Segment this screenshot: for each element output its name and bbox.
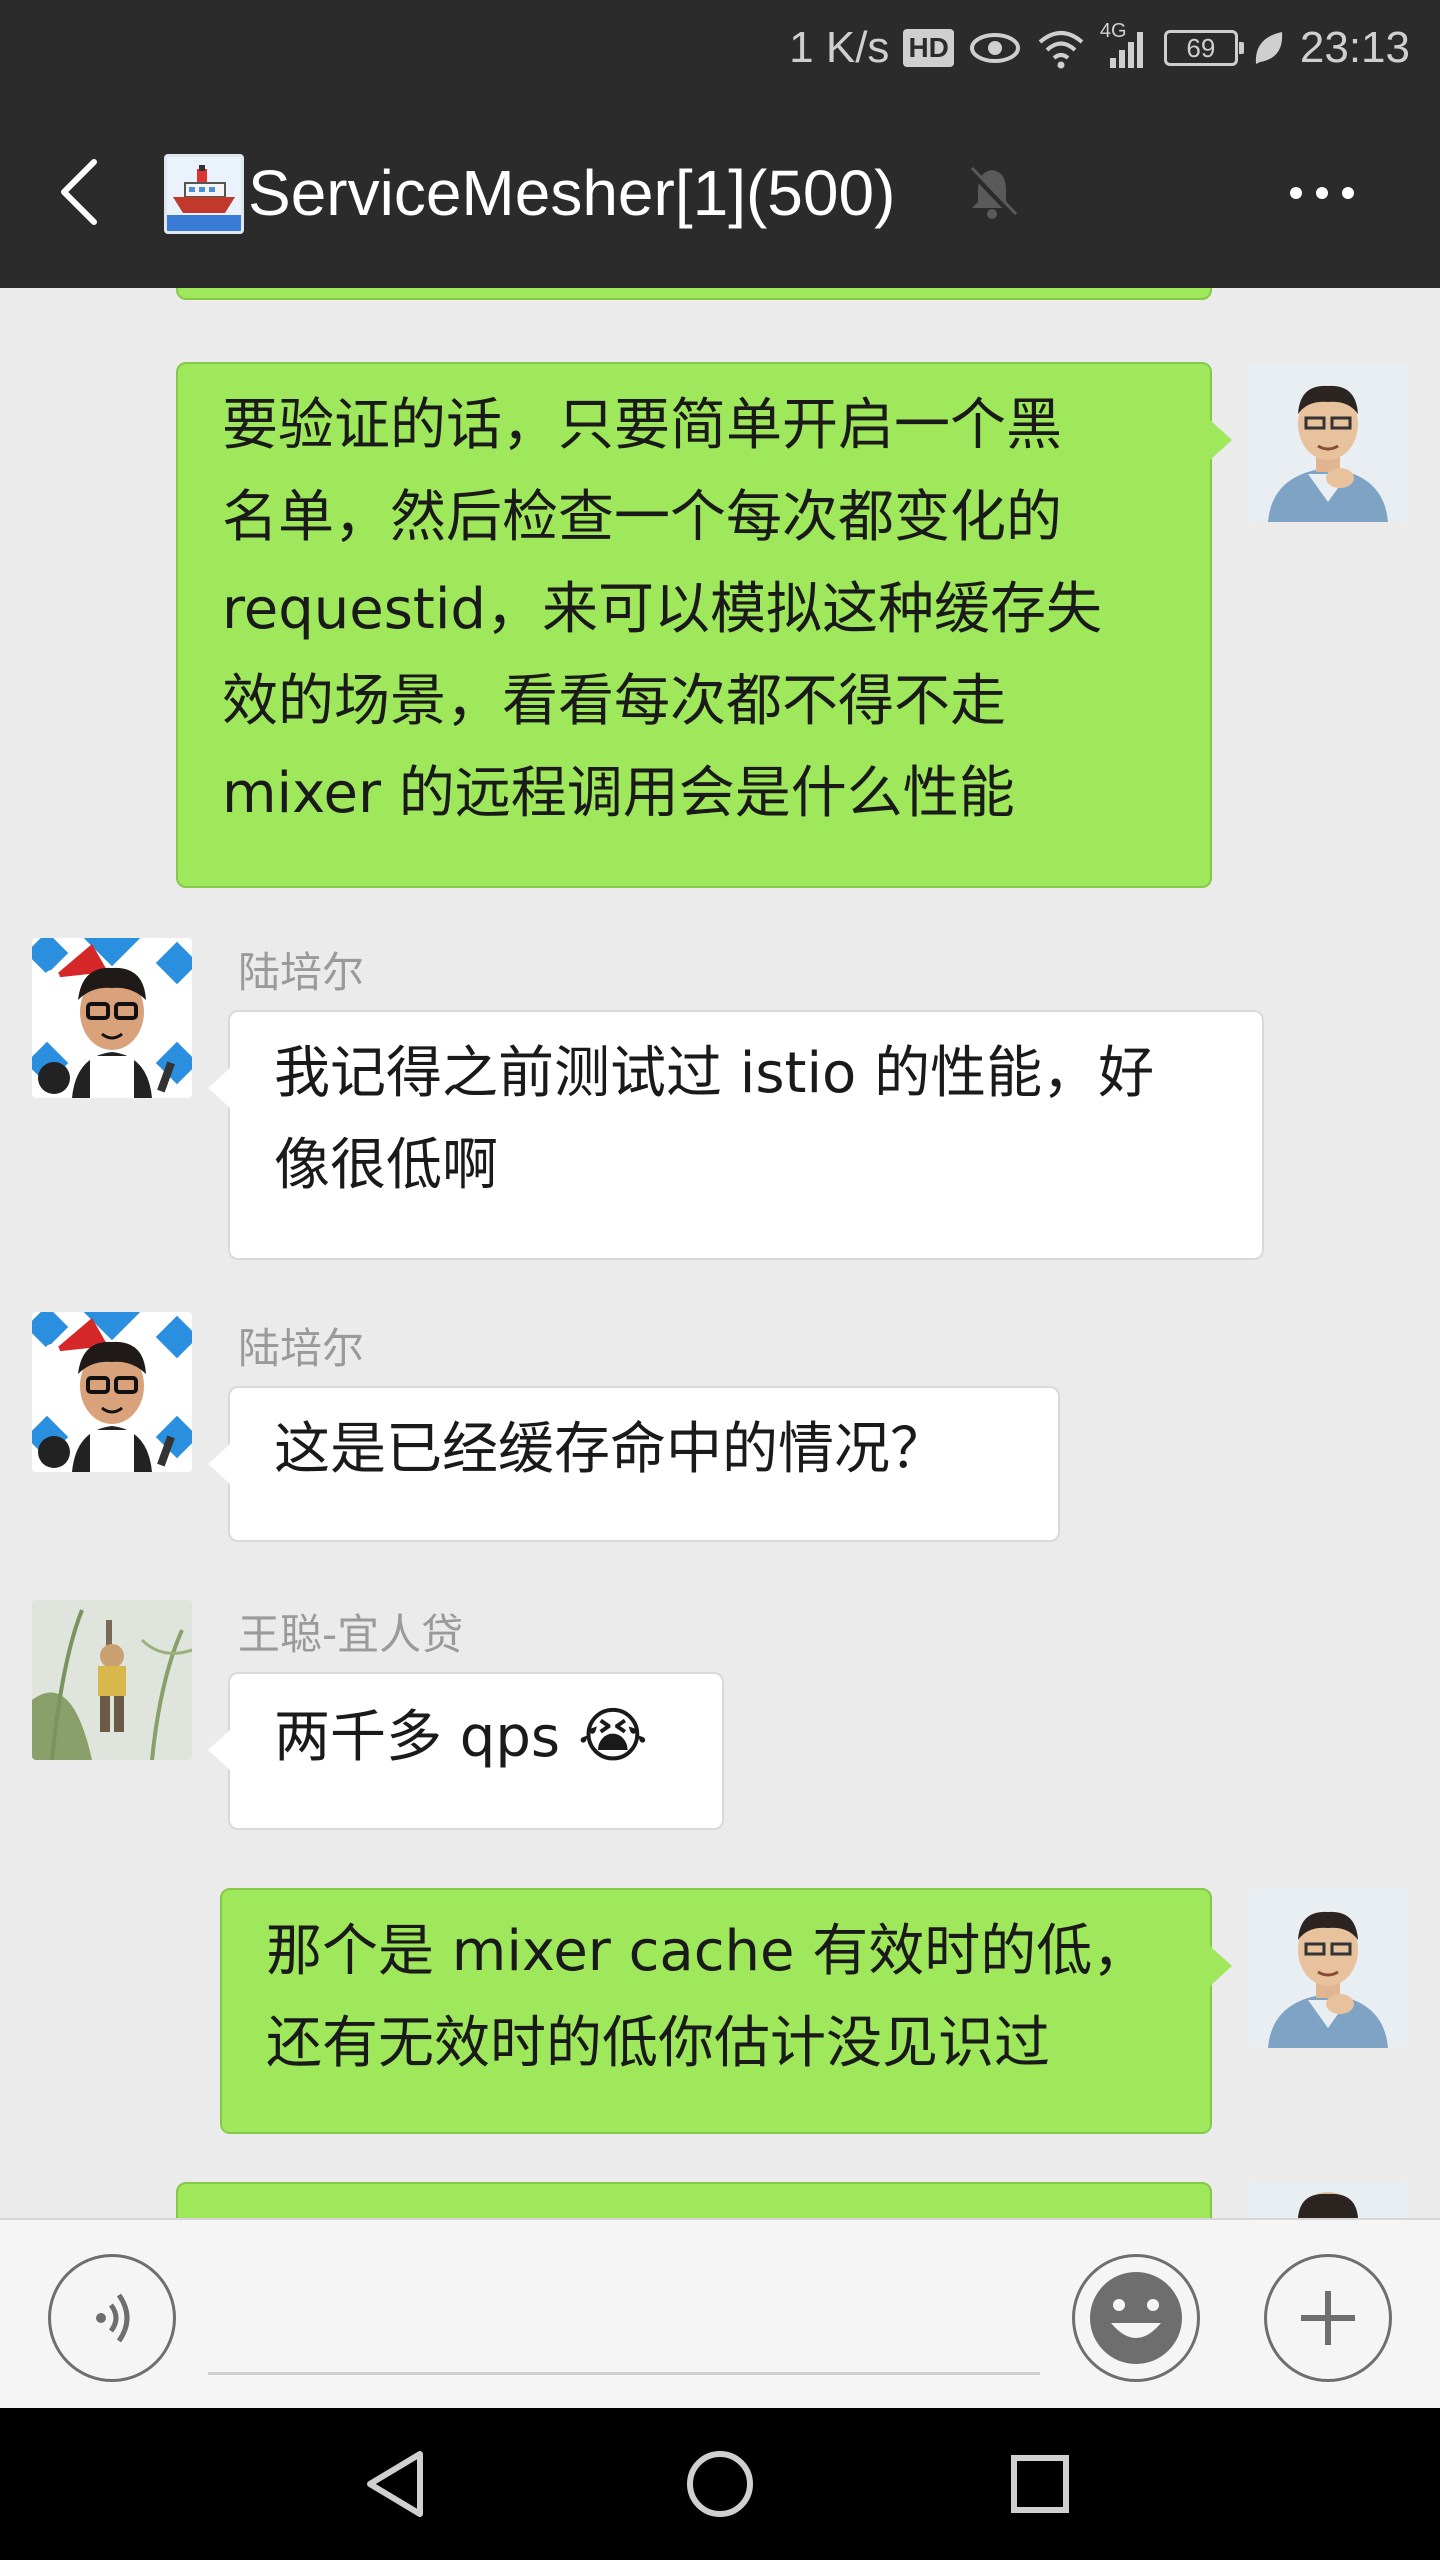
emoji-icon <box>1090 2272 1182 2364</box>
dot <box>1316 187 1328 199</box>
avatar-sender-1[interactable] <box>32 938 192 1098</box>
voice-input-button[interactable] <box>48 2254 176 2382</box>
battery-icon: 69 <box>1163 30 1244 66</box>
triangle-back-icon <box>367 2451 423 2517</box>
message-bubble-incoming[interactable]: 我记得之前测试过 istio 的性能，好 像很低啊 <box>208 1010 1264 1260</box>
dot <box>1290 187 1302 199</box>
message-text: 两千多 qps <box>274 1705 578 1770</box>
message-bubble-outgoing[interactable]: 要验证的话，只要简单开启一个黑 名单，然后检查一个每次都变化的 requesti… <box>176 362 1232 888</box>
back-button[interactable] <box>48 150 112 234</box>
dot <box>1342 187 1354 199</box>
avatar-self[interactable] <box>1248 1888 1408 2048</box>
more-actions-button[interactable] <box>1264 2254 1392 2382</box>
avatar-self-partial[interactable] <box>1248 2182 1408 2218</box>
message-bubble-partial[interactable] <box>176 2182 1212 2218</box>
system-back-button[interactable] <box>358 2444 438 2524</box>
circle-home-icon <box>687 2451 753 2517</box>
bell-muted-icon <box>962 162 1022 222</box>
back-arrow-icon <box>61 159 97 225</box>
wifi-icon <box>1036 26 1086 70</box>
message-text: 那个是 mixer cache 有效时的低， 还有无效时的低你估计没见识过 <box>266 1919 1149 2076</box>
message-bubble-outgoing[interactable]: 那个是 mixer cache 有效时的低， 还有无效时的低你估计没见识过 <box>220 1888 1232 2134</box>
system-navigation-bar <box>0 2408 1440 2560</box>
signal-4g-icon: 4G <box>1100 20 1150 70</box>
network-speed: 1 K/s <box>789 23 890 72</box>
hd-voice-icon: HD <box>903 29 954 67</box>
avatar-sender-2[interactable] <box>32 1600 192 1760</box>
message-list[interactable]: 要验证的话，只要简单开启一个黑 名单，然后检查一个每次都变化的 requesti… <box>0 288 1440 2218</box>
message-bubble-incoming[interactable]: 这是已经缓存命中的情况？ <box>208 1386 1060 1542</box>
sender-name: 王聪-宜人贷 <box>238 1610 464 1659</box>
emoji-button[interactable] <box>1072 2254 1200 2382</box>
text-input[interactable] <box>208 2372 1040 2375</box>
message-bubble-incoming[interactable]: 两千多 qps 😭 <box>208 1672 724 1830</box>
chat-title: ServiceMesher[1](500) <box>248 157 896 229</box>
message-text: 要验证的话，只要简单开启一个黑 名单，然后检查一个每次都变化的 requesti… <box>222 393 1102 826</box>
message-bubble-partial[interactable] <box>176 288 1212 300</box>
ship-icon <box>167 157 241 231</box>
eye-icon <box>968 28 1022 68</box>
system-recents-button[interactable] <box>1000 2444 1080 2524</box>
avatar-sender-1[interactable] <box>32 1312 192 1472</box>
avatar-self[interactable] <box>1248 362 1408 522</box>
system-home-button[interactable] <box>680 2444 760 2524</box>
square-recents-icon <box>1011 2455 1069 2513</box>
crying-face-emoji: 😭 <box>577 1701 648 1771</box>
status-bar: 1 K/s HD 4G 69 23:13 <box>0 0 1440 96</box>
voice-icon <box>96 2293 130 2343</box>
message-text: 这是已经缓存命中的情况？ <box>274 1417 946 1482</box>
plus-icon <box>1301 2291 1355 2345</box>
leaf-icon <box>1252 28 1286 68</box>
sender-name: 陆培尔 <box>238 948 365 997</box>
sender-name: 陆培尔 <box>238 1324 365 1373</box>
message-text: 我记得之前测试过 istio 的性能，好 像很低啊 <box>274 1041 1155 1198</box>
group-avatar[interactable] <box>164 154 244 234</box>
chat-header: ServiceMesher[1](500) <box>0 96 1440 288</box>
clock: 23:13 <box>1299 23 1410 72</box>
more-options-button[interactable] <box>1282 168 1362 218</box>
message-input-bar <box>0 2218 1440 2408</box>
